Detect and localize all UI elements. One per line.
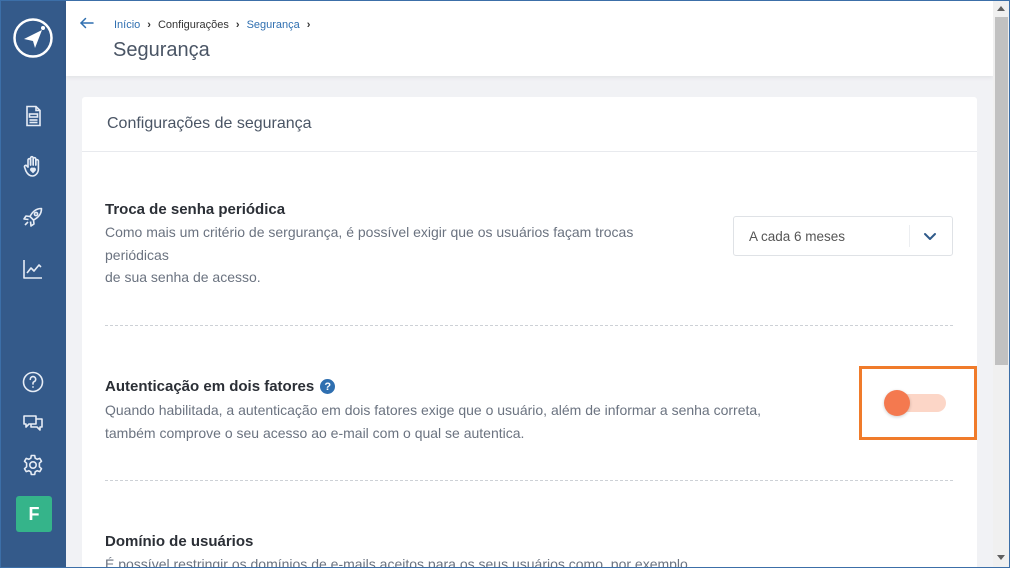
user-domain-desc-line: É possível restringir os domínios de e-m… [105,556,692,568]
sidebar-item-documents[interactable] [0,96,66,136]
logo-icon [13,18,53,58]
gear-icon [23,454,43,476]
breadcrumb-settings[interactable]: Configurações [158,19,229,31]
sidebar-item-launch[interactable] [0,197,66,237]
hand-heart-icon [23,155,40,177]
user-avatar[interactable]: F [16,496,52,532]
user-domain-description: É possível restringir os domínios de e-m… [105,553,692,568]
breadcrumb-current[interactable]: Segurança [247,19,300,31]
password-change-desc-line: de sua senha de acesso. [105,269,261,285]
sidebar-item-care[interactable] [0,146,66,186]
select-separator [909,225,910,247]
card-divider [82,151,977,152]
two-factor-desc-line: também comprove o seu acesso ao e-mail c… [105,424,525,441]
password-change-desc-line: periódicas [105,246,169,263]
vertical-scrollbar[interactable] [993,0,1010,568]
app-logo[interactable] [12,17,54,59]
breadcrumb-home[interactable]: Início [114,19,140,31]
rocket-icon [23,207,43,227]
two-factor-description: Quando habilitada, a autenticação em doi… [105,399,761,444]
toggle-knob [884,390,910,416]
section-divider [105,480,953,481]
page-header: Início › Configurações › Segurança › Seg… [66,0,993,76]
user-domain-title: Domínio de usuários [105,533,254,550]
two-factor-desc-line: Quando habilitada, a autenticação em doi… [105,402,762,418]
sidebar-item-help[interactable] [0,362,66,402]
scroll-up-arrow-icon[interactable] [997,6,1005,11]
chevron-down-icon [924,233,936,240]
back-arrow-icon[interactable] [78,14,96,32]
breadcrumb-separator: › [306,19,311,31]
scroll-down-arrow-icon[interactable] [997,555,1005,560]
breadcrumb: Início › Configurações › Segurança › [114,19,317,31]
card-title: Configurações de segurança [107,115,312,132]
sidebar-item-settings[interactable] [0,445,66,485]
sidebar-item-reports[interactable] [0,249,66,289]
help-circle-icon [22,371,44,393]
security-settings-card: Configurações de segurança Troca de senh… [82,97,977,568]
chart-icon [23,260,42,279]
breadcrumb-separator: › [235,19,240,31]
sidebar: F [0,0,66,568]
password-change-desc-line: Como mais um critério de sergurança, é p… [105,224,634,240]
two-factor-toggle[interactable] [884,390,948,416]
document-icon [26,105,41,127]
two-factor-title: Autenticação em dois fatores [105,378,315,395]
breadcrumb-separator: › [147,19,151,31]
select-value: A cada 6 meses [749,229,846,244]
scrollbar-thumb[interactable] [995,17,1008,365]
chat-icon [23,415,43,431]
password-change-description: Como mais um critério de sergurança, é p… [105,221,633,289]
two-factor-title-row: Autenticação em dois fatores ? [105,378,336,395]
password-change-period-select[interactable]: A cada 6 meses [733,216,953,256]
sidebar-item-chat[interactable] [0,403,66,443]
help-icon[interactable]: ? [320,379,336,394]
password-change-title: Troca de senha periódica [105,201,286,218]
section-divider [105,325,953,326]
page-title: Segurança [113,39,210,61]
